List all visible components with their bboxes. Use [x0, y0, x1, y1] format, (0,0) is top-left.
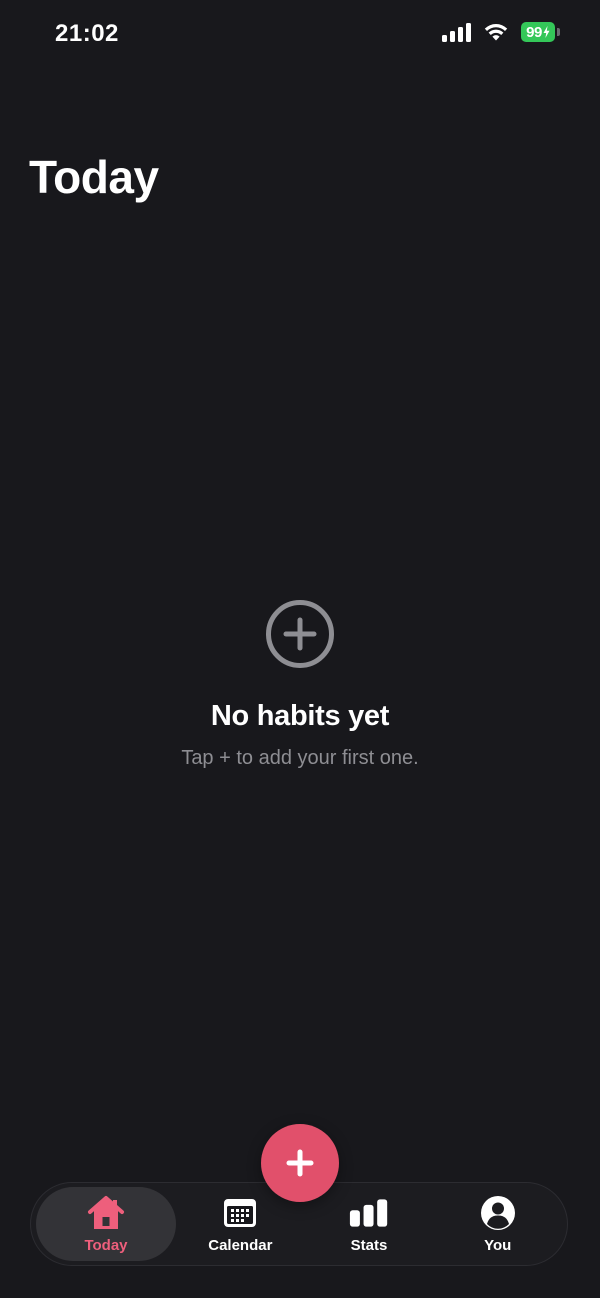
battery-level: 99 — [521, 22, 555, 42]
calendar-icon — [224, 1198, 257, 1227]
status-time: 21:02 — [55, 20, 119, 47]
tab-label-you: You — [484, 1236, 512, 1254]
profile-icon — [480, 1195, 515, 1230]
plus-icon — [286, 1149, 314, 1177]
empty-state-title: No habits yet — [210, 700, 390, 732]
stats-icon — [349, 1198, 388, 1227]
tab-today[interactable]: Today — [36, 1187, 176, 1261]
tab-you[interactable]: You — [433, 1187, 562, 1261]
signal-icon — [442, 22, 471, 42]
page-title: Today — [29, 151, 159, 203]
wifi-icon — [484, 24, 508, 41]
app-screen: 21:02 99 Today No habits yet Tap + to ad… — [0, 0, 600, 1298]
tab-stats[interactable]: Stats — [305, 1187, 434, 1261]
home-icon — [88, 1195, 124, 1229]
empty-state: No habits yet Tap + to add your first on… — [0, 598, 600, 770]
plus-circle-icon — [266, 600, 334, 668]
battery-icon: 99 — [521, 22, 560, 42]
tab-label-calendar: Calendar — [208, 1236, 273, 1254]
tab-label-stats: Stats — [350, 1236, 388, 1254]
status-icons: 99 — [442, 22, 560, 42]
add-habit-button[interactable] — [261, 1124, 339, 1202]
empty-state-subtitle: Tap + to add your first one. — [181, 747, 419, 769]
tab-label-today: Today — [84, 1236, 128, 1254]
status-bar: 21:02 99 — [0, 0, 600, 70]
